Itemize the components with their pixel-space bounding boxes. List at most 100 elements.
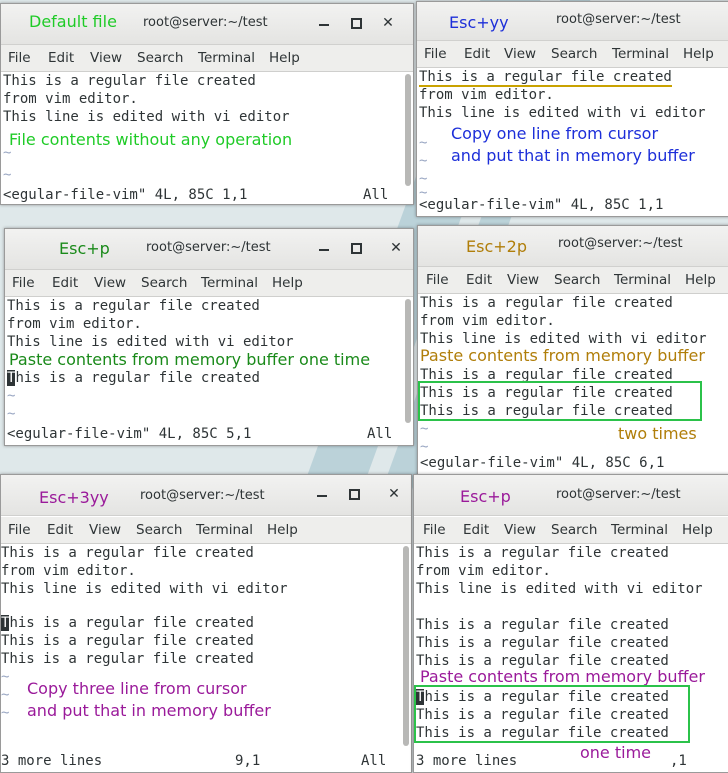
terminal-window-esc-2p: Esc+2p root@server:~/test File Edit View… (417, 225, 728, 475)
title-bar[interactable]: Esc+2p root@server:~/test (418, 226, 728, 267)
copied-line-text: his is a regular file created (9, 615, 254, 631)
step-annotation: Esc+p (460, 487, 511, 506)
menu-file[interactable]: File (424, 46, 447, 62)
copied-line-underline: This is a regular file created (419, 69, 672, 87)
menu-view[interactable]: View (504, 522, 536, 538)
text-line: This is a regular file created (416, 545, 669, 561)
menu-view[interactable]: View (94, 275, 126, 291)
pasted-line: This is a regular file created (420, 385, 673, 401)
pasted-line: This is a regular file created (416, 688, 669, 706)
menu-bar: File Edit View Search Terminal Help (1, 517, 411, 544)
menu-view[interactable]: View (507, 272, 539, 288)
menu-terminal[interactable]: Terminal (612, 46, 669, 62)
vim-status-line: 3 more lines (1, 753, 103, 769)
close-icon[interactable]: ✕ (389, 241, 403, 255)
menu-file[interactable]: File (8, 50, 31, 66)
menu-edit[interactable]: Edit (47, 522, 73, 538)
menu-help[interactable]: Help (685, 272, 716, 288)
menu-help[interactable]: Help (269, 50, 300, 66)
text-line: This line is edited with vi editor (419, 105, 706, 121)
copied-line: This is a regular file created (1, 633, 254, 649)
terminal-content[interactable]: This is a regular file created from vim … (418, 294, 728, 474)
menu-file[interactable]: File (12, 275, 35, 291)
menu-view[interactable]: View (504, 46, 536, 62)
terminal-window-default-file: Default file root@server:~/test ✕ File E… (0, 3, 414, 205)
window-title: root@server:~/test (556, 487, 681, 502)
text-line: from vim editor. (420, 313, 555, 329)
maximize-icon[interactable] (349, 16, 363, 30)
minimize-icon[interactable] (317, 239, 331, 253)
text-line: This is a regular file created (416, 617, 669, 633)
menu-bar: File Edit View Search Terminal Help (414, 517, 728, 544)
empty-line-tilde: ~ (420, 421, 429, 437)
menu-help[interactable]: Help (682, 522, 713, 538)
step-annotation: Esc+3yy (39, 488, 109, 507)
menu-view[interactable]: View (89, 522, 121, 538)
menu-edit[interactable]: Edit (48, 50, 74, 66)
menu-file[interactable]: File (426, 272, 449, 288)
title-bar[interactable]: Esc+p root@server:~/test (414, 475, 728, 516)
pasted-line-text: his is a regular file created (15, 370, 260, 386)
explanation-note: Paste contents from memory buffer (420, 346, 705, 365)
terminal-content[interactable]: This is a regular file created from vim … (1, 544, 411, 772)
menu-terminal[interactable]: Terminal (198, 50, 255, 66)
step-annotation: Default file (29, 12, 117, 31)
vim-status-position: ,1 (670, 753, 687, 769)
menu-file[interactable]: File (423, 522, 446, 538)
menu-help[interactable]: Help (683, 46, 714, 62)
title-bar[interactable]: Esc+p root@server:~/test ✕ (5, 229, 413, 270)
empty-line-tilde: ~ (7, 388, 16, 404)
menu-edit[interactable]: Edit (466, 272, 492, 288)
menu-search[interactable]: Search (551, 522, 597, 538)
title-bar[interactable]: Esc+yy root@server:~/test (417, 2, 728, 41)
menu-search[interactable]: Search (141, 275, 187, 291)
text-line: This is a regular file created (416, 635, 669, 651)
menu-search[interactable]: Search (551, 46, 597, 62)
menu-terminal[interactable]: Terminal (201, 275, 258, 291)
scrollbar[interactable] (405, 74, 411, 186)
menu-file[interactable]: File (8, 522, 31, 538)
vim-status-position: All (363, 187, 389, 203)
title-bar[interactable]: Esc+3yy root@server:~/test ✕ (1, 475, 411, 516)
terminal-content[interactable]: This is a regular file created from vim … (414, 544, 728, 772)
explanation-note: Copy three line from cursor (27, 679, 247, 698)
menu-help[interactable]: Help (267, 522, 298, 538)
vim-status-scroll: All (361, 753, 387, 769)
maximize-icon[interactable] (349, 241, 363, 255)
vim-status-line: <egular-file-vim" 4L, 85C 5,1 (7, 426, 252, 442)
maximize-icon[interactable] (347, 487, 361, 501)
explanation-note: Copy one line from cursor (451, 124, 659, 143)
menu-terminal[interactable]: Terminal (611, 522, 668, 538)
terminal-content[interactable]: This is a regular file created from vim … (5, 297, 413, 445)
menu-view[interactable]: View (90, 50, 122, 66)
window-title: root@server:~/test (558, 236, 683, 251)
menu-search[interactable]: Search (136, 522, 182, 538)
window-title: root@server:~/test (556, 12, 681, 27)
menu-terminal[interactable]: Terminal (614, 272, 671, 288)
window-title: root@server:~/test (140, 488, 265, 503)
terminal-content[interactable]: This is a regular file created from vim … (417, 68, 728, 216)
title-bar[interactable]: Default file root@server:~/test ✕ (1, 4, 413, 45)
minimize-icon[interactable] (317, 14, 331, 28)
text-line: from vim editor. (3, 91, 138, 107)
text-line: This line is edited with vi editor (3, 109, 290, 125)
text-line: This is a regular file created (3, 73, 256, 89)
menu-terminal[interactable]: Terminal (196, 522, 253, 538)
text-line: This is a regular file created (7, 298, 260, 314)
explanation-note: two times (618, 424, 697, 443)
menu-edit[interactable]: Edit (464, 46, 490, 62)
terminal-content[interactable]: This is a regular file created from vim … (1, 72, 413, 204)
scrollbar[interactable] (405, 299, 411, 423)
menu-search[interactable]: Search (137, 50, 183, 66)
menu-search[interactable]: Search (554, 272, 600, 288)
step-annotation: Esc+yy (449, 13, 509, 32)
text-line: This line is edited with vi editor (7, 334, 294, 350)
text-line: from vim editor. (1, 563, 136, 579)
menu-help[interactable]: Help (272, 275, 303, 291)
close-icon[interactable]: ✕ (381, 16, 395, 30)
scrollbar[interactable] (403, 546, 409, 746)
minimize-icon[interactable] (315, 485, 329, 499)
menu-edit[interactable]: Edit (52, 275, 78, 291)
menu-edit[interactable]: Edit (463, 522, 489, 538)
close-icon[interactable]: ✕ (387, 487, 401, 501)
